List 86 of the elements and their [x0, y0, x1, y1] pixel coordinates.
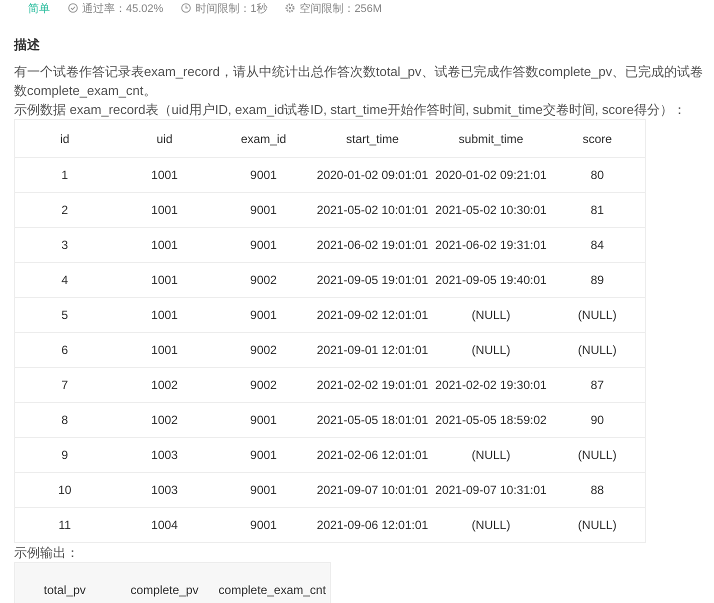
table-cell: 1003 [114, 472, 214, 508]
table-cell: 1001 [114, 228, 214, 262]
column-header: score [550, 120, 646, 158]
column-header: start_time [312, 120, 432, 158]
table-cell: 2021-09-01 12:01:01 [312, 332, 432, 368]
table-cell: 1 [14, 158, 114, 192]
output-label: 示例输出： [14, 544, 80, 562]
column-header: complete_exam_cnt [214, 562, 330, 603]
table-cell: 1001 [114, 158, 214, 192]
table-cell: 9001 [214, 192, 312, 228]
table-cell: 2021-05-05 18:59:02 [432, 402, 550, 438]
column-header: exam_id [214, 120, 312, 158]
difficulty-label: 简单 [28, 2, 50, 16]
table-cell: 9002 [214, 332, 312, 368]
table-cell: 2021-02-06 12:01:01 [312, 438, 432, 472]
gear-icon [285, 3, 296, 13]
table-cell: 5 [14, 298, 114, 332]
space-limit: 空间限制：256M [299, 2, 382, 16]
table-cell: 9001 [214, 298, 312, 332]
table-cell: 2021-09-05 19:01:01 [312, 262, 432, 298]
table-cell: 1001 [114, 298, 214, 332]
table-cell: 2021-09-05 19:40:01 [432, 262, 550, 298]
table-cell: 2 [14, 192, 114, 228]
table-cell: 9001 [214, 508, 312, 542]
table-cell: 89 [550, 262, 646, 298]
column-header: complete_pv [114, 562, 214, 603]
table-cell: 9 [14, 438, 114, 472]
table-cell: (NULL) [432, 332, 550, 368]
table-cell: 2021-09-02 12:01:01 [312, 298, 432, 332]
table-cell: 2021-06-02 19:01:01 [312, 228, 432, 262]
clock-icon [181, 3, 192, 13]
table-cell: (NULL) [432, 508, 550, 542]
column-header: total_pv [14, 562, 114, 603]
table-cell: 1004 [114, 508, 214, 542]
section-title: 描述 [14, 36, 41, 54]
table-cell: 88 [550, 472, 646, 508]
table-cell: (NULL) [432, 298, 550, 332]
table-cell: 9002 [214, 368, 312, 402]
description-text: 有一个试卷作答记录表exam_record，请从中统计出总作答次数total_pv、试卷已完成作答数complete_pv、已完成的试卷数complete_exam_cnt。 [14, 63, 704, 100]
column-header: uid [114, 120, 214, 158]
table-cell: 9001 [214, 402, 312, 438]
table-cell: (NULL) [550, 298, 646, 332]
table-cell: (NULL) [432, 438, 550, 472]
table-cell: 2021-09-07 10:31:01 [432, 472, 550, 508]
table-cell: 9001 [214, 438, 312, 472]
table-cell: 81 [550, 192, 646, 228]
table-cell: 8 [14, 402, 114, 438]
table-cell: 2020-01-02 09:21:01 [432, 158, 550, 192]
table-cell: 9001 [214, 158, 312, 192]
table-cell: (NULL) [550, 508, 646, 542]
table-cell: 2021-09-07 10:01:01 [312, 472, 432, 508]
table-cell: 90 [550, 402, 646, 438]
sample-label: 示例数据 exam_record表（uid用户ID, exam_id试卷ID, start_time开始作答时间, submit_time交卷时间, score得分）： [14, 101, 687, 119]
table-cell: 9001 [214, 228, 312, 262]
table-cell: 2021-05-02 10:01:01 [312, 192, 432, 228]
table-cell: 9002 [214, 262, 312, 298]
time-limit: 时间限制：1秒 [195, 2, 268, 16]
table-cell: 84 [550, 228, 646, 262]
table-cell: 2021-05-05 18:01:01 [312, 402, 432, 438]
table-cell: 2021-09-06 12:01:01 [312, 508, 432, 542]
table-cell: 2021-02-02 19:01:01 [312, 368, 432, 402]
table-cell: 9001 [214, 472, 312, 508]
table-cell: 1001 [114, 332, 214, 368]
table-cell: 10 [14, 472, 114, 508]
table-cell: 2021-05-02 10:30:01 [432, 192, 550, 228]
table-cell: 3 [14, 228, 114, 262]
table-cell: 11 [14, 508, 114, 542]
pass-rate: 通过率：45.02% [82, 2, 164, 16]
table-cell: (NULL) [550, 332, 646, 368]
table-cell: 2021-02-02 19:30:01 [432, 368, 550, 402]
table-cell: 1002 [114, 402, 214, 438]
table-cell: 1001 [114, 192, 214, 228]
table-cell: 1002 [114, 368, 214, 402]
table-cell: 6 [14, 332, 114, 368]
table-cell: 4 [14, 262, 114, 298]
table-cell: (NULL) [550, 438, 646, 472]
table-cell: 2021-06-02 19:31:01 [432, 228, 550, 262]
table-cell: 1003 [114, 438, 214, 472]
table-cell: 2020-01-02 09:01:01 [312, 158, 432, 192]
column-header: submit_time [432, 120, 550, 158]
check-circle-icon [68, 3, 78, 13]
table-cell: 80 [550, 158, 646, 192]
column-header: id [14, 120, 114, 158]
table-cell: 7 [14, 368, 114, 402]
table-cell: 1001 [114, 262, 214, 298]
table-cell: 87 [550, 368, 646, 402]
